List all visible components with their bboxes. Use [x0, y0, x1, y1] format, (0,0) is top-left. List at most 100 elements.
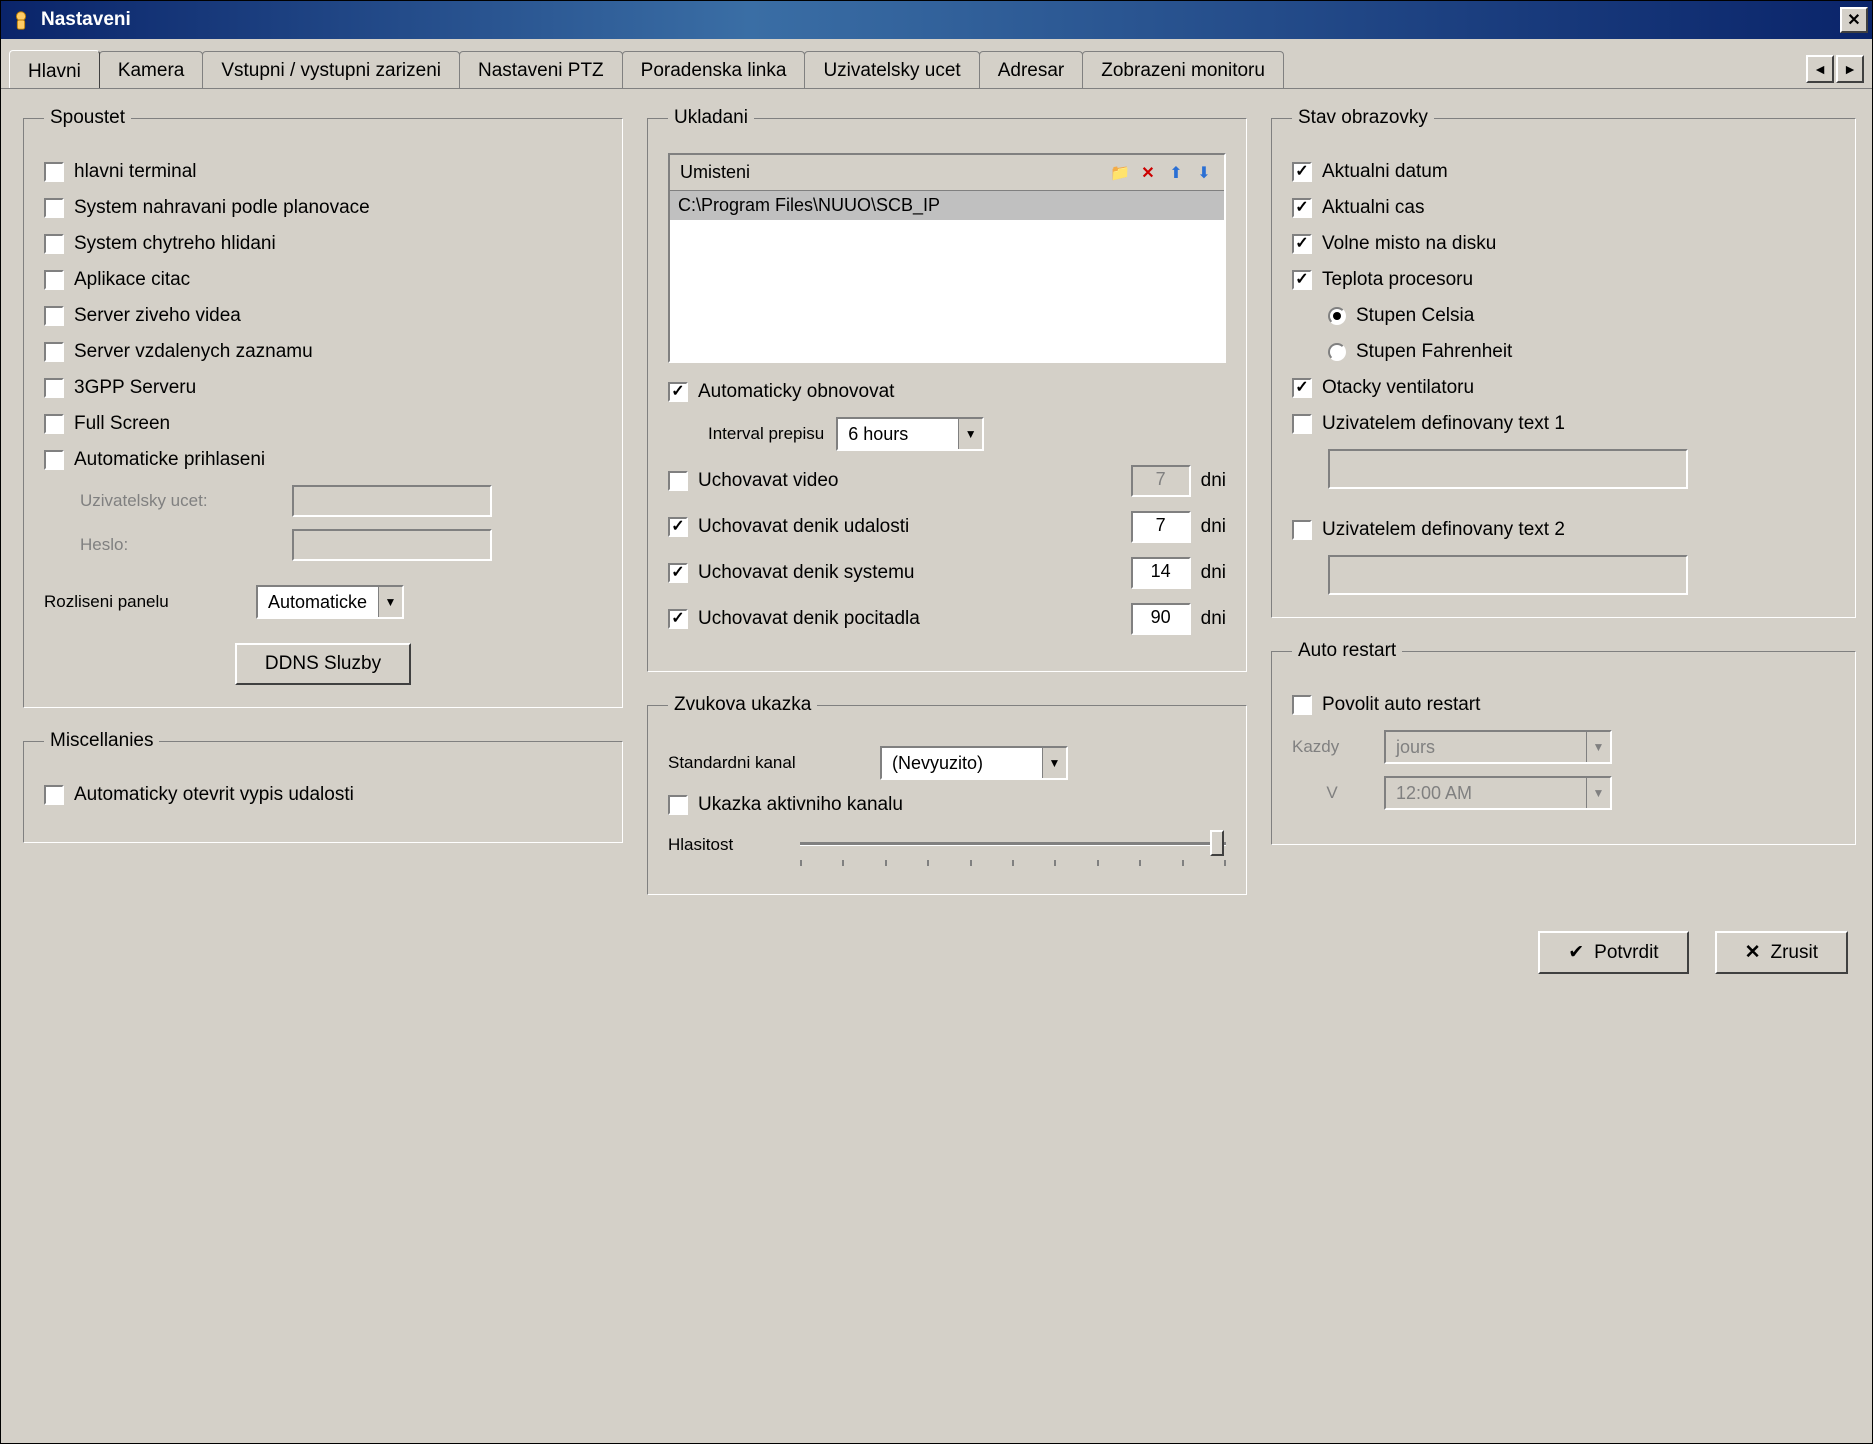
lbl-auto-login: Automaticke prihlaseni — [74, 449, 265, 471]
lbl-record-plan: System nahravani podle planovace — [74, 197, 370, 219]
combo-at-time[interactable]: 12:00 AM — [1384, 776, 1612, 810]
cb-keep-eventlog[interactable] — [668, 517, 688, 537]
location-list[interactable]: C:\Program Files\NUUO\SCB_IP — [670, 191, 1224, 361]
cb-3gpp-server[interactable] — [44, 378, 64, 398]
lbl-keep-video-unit: dni — [1201, 470, 1226, 492]
lbl-user-account: Uzivatelsky ucet: — [80, 491, 280, 511]
group-startup: Spoustet hlavni terminal System nahravan… — [23, 107, 623, 708]
user-text1-field[interactable] — [1328, 449, 1688, 489]
lbl-resolution: Rozliseni panelu — [44, 592, 244, 612]
tab-io-devices[interactable]: Vstupni / vystupni zarizeni — [202, 51, 460, 88]
lbl-user-text1: Uzivatelem definovany text 1 — [1322, 413, 1565, 435]
combo-resolution[interactable]: Automaticke — [256, 585, 404, 619]
lbl-active-channel-preview: Ukazka aktivniho kanalu — [698, 794, 903, 816]
cb-active-channel-preview[interactable] — [668, 795, 688, 815]
tab-kamera[interactable]: Kamera — [99, 51, 204, 88]
lbl-user-text2: Uzivatelem definovany text 2 — [1322, 519, 1565, 541]
combo-default-channel[interactable]: (Nevyuzito) — [880, 746, 1068, 780]
keep-eventlog-days[interactable]: 7 — [1131, 511, 1191, 543]
combo-interval[interactable]: 6 hours — [836, 417, 984, 451]
cb-open-eventlog[interactable] — [44, 785, 64, 805]
radio-fahrenheit[interactable] — [1328, 343, 1346, 361]
tab-hlavni[interactable]: Hlavni — [9, 50, 100, 89]
cb-cpu-temp[interactable] — [1292, 270, 1312, 290]
lbl-current-time: Aktualni cas — [1322, 197, 1424, 219]
cb-reader-app[interactable] — [44, 270, 64, 290]
lbl-auto-recycle: Automaticky obnovovat — [698, 381, 894, 403]
group-auto-restart: Auto restart Povolit auto restart Kazdy … — [1271, 640, 1856, 845]
group-misc: Miscellanies Automaticky otevrit vypis u… — [23, 730, 623, 843]
password-field[interactable] — [292, 529, 492, 561]
cb-current-time[interactable] — [1292, 198, 1312, 218]
lbl-enable-auto-restart: Povolit auto restart — [1322, 694, 1480, 716]
lbl-live-server: Server ziveho videa — [74, 305, 241, 327]
lbl-cpu-temp: Teplota procesoru — [1322, 269, 1473, 291]
cb-fan-speed[interactable] — [1292, 378, 1312, 398]
cb-remote-server[interactable] — [44, 342, 64, 362]
cb-live-server[interactable] — [44, 306, 64, 326]
lbl-every: Kazdy — [1292, 737, 1372, 757]
tab-scroll-right[interactable]: ► — [1836, 55, 1864, 83]
location-row[interactable]: C:\Program Files\NUUO\SCB_IP — [670, 191, 1224, 220]
legend-storage: Ukladani — [668, 107, 754, 129]
cb-main-terminal[interactable] — [44, 162, 64, 182]
lbl-fahrenheit: Stupen Fahrenheit — [1356, 341, 1512, 363]
ok-button[interactable]: ✔ Potvrdit — [1538, 931, 1688, 974]
keep-video-days[interactable]: 7 — [1131, 465, 1191, 497]
tab-user-account[interactable]: Uzivatelsky ucet — [804, 51, 979, 88]
lbl-interval: Interval prepisu — [708, 424, 824, 444]
lbl-password: Heslo: — [80, 535, 280, 555]
radio-celsius[interactable] — [1328, 307, 1346, 325]
keep-counterlog-days[interactable]: 90 — [1131, 603, 1191, 635]
cancel-button[interactable]: ✕ Zrusit — [1715, 931, 1848, 974]
cb-keep-video[interactable] — [668, 471, 688, 491]
cb-user-text2[interactable] — [1292, 520, 1312, 540]
group-audio: Zvukova ukazka Standardni kanal (Nevyuzi… — [647, 694, 1247, 895]
close-icon: ✕ — [1745, 941, 1761, 964]
lbl-keep-video: Uchovavat video — [698, 470, 1121, 492]
cb-enable-auto-restart[interactable] — [1292, 695, 1312, 715]
cb-keep-systemlog[interactable] — [668, 563, 688, 583]
check-icon: ✔ — [1568, 941, 1584, 964]
user-text2-field[interactable] — [1328, 555, 1688, 595]
move-down-icon[interactable]: ⬇ — [1194, 163, 1214, 183]
lbl-free-space: Volne misto na disku — [1322, 233, 1496, 255]
lbl-keep-counterlog: Uchovavat denik pocitadla — [698, 608, 1121, 630]
cb-user-text1[interactable] — [1292, 414, 1312, 434]
app-icon — [9, 8, 33, 32]
tab-hotline[interactable]: Poradenska linka — [622, 51, 806, 88]
legend-misc: Miscellanies — [44, 730, 159, 752]
user-field[interactable] — [292, 485, 492, 517]
legend-auto-restart: Auto restart — [1292, 640, 1402, 662]
cb-auto-login[interactable] — [44, 450, 64, 470]
lbl-at: V — [1292, 783, 1372, 803]
legend-audio: Zvukova ukazka — [668, 694, 817, 716]
folder-icon[interactable]: 📁 — [1110, 163, 1130, 183]
cb-auto-recycle[interactable] — [668, 382, 688, 402]
lbl-volume: Hlasitost — [668, 835, 788, 855]
tab-ptz[interactable]: Nastaveni PTZ — [459, 51, 623, 88]
lbl-main-terminal: hlavni terminal — [74, 161, 197, 183]
tab-scroll-left[interactable]: ◄ — [1806, 55, 1834, 83]
keep-systemlog-days[interactable]: 14 — [1131, 557, 1191, 589]
tab-monitor-display[interactable]: Zobrazeni monitoru — [1082, 51, 1284, 88]
combo-every[interactable]: jours — [1384, 730, 1612, 764]
cb-current-date[interactable] — [1292, 162, 1312, 182]
cb-keep-counterlog[interactable] — [668, 609, 688, 629]
tab-addressbook[interactable]: Adresar — [979, 51, 1084, 88]
tab-strip: Hlavni Kamera Vstupni / vystupni zarizen… — [1, 39, 1872, 89]
lbl-fan-speed: Otacky ventilatoru — [1322, 377, 1474, 399]
delete-icon[interactable]: ✕ — [1138, 163, 1158, 183]
cb-free-space[interactable] — [1292, 234, 1312, 254]
lbl-keep-systemlog-unit: dni — [1201, 562, 1226, 584]
volume-slider[interactable] — [800, 830, 1226, 860]
cb-record-plan[interactable] — [44, 198, 64, 218]
close-button[interactable]: ✕ — [1840, 7, 1868, 33]
cb-full-screen[interactable] — [44, 414, 64, 434]
move-up-icon[interactable]: ⬆ — [1166, 163, 1186, 183]
ddns-button[interactable]: DDNS Sluzby — [235, 643, 411, 685]
lbl-open-eventlog: Automaticky otevrit vypis udalosti — [74, 784, 354, 806]
lbl-remote-server: Server vzdalenych zaznamu — [74, 341, 313, 363]
cb-smart-guard[interactable] — [44, 234, 64, 254]
lbl-keep-counterlog-unit: dni — [1201, 608, 1226, 630]
